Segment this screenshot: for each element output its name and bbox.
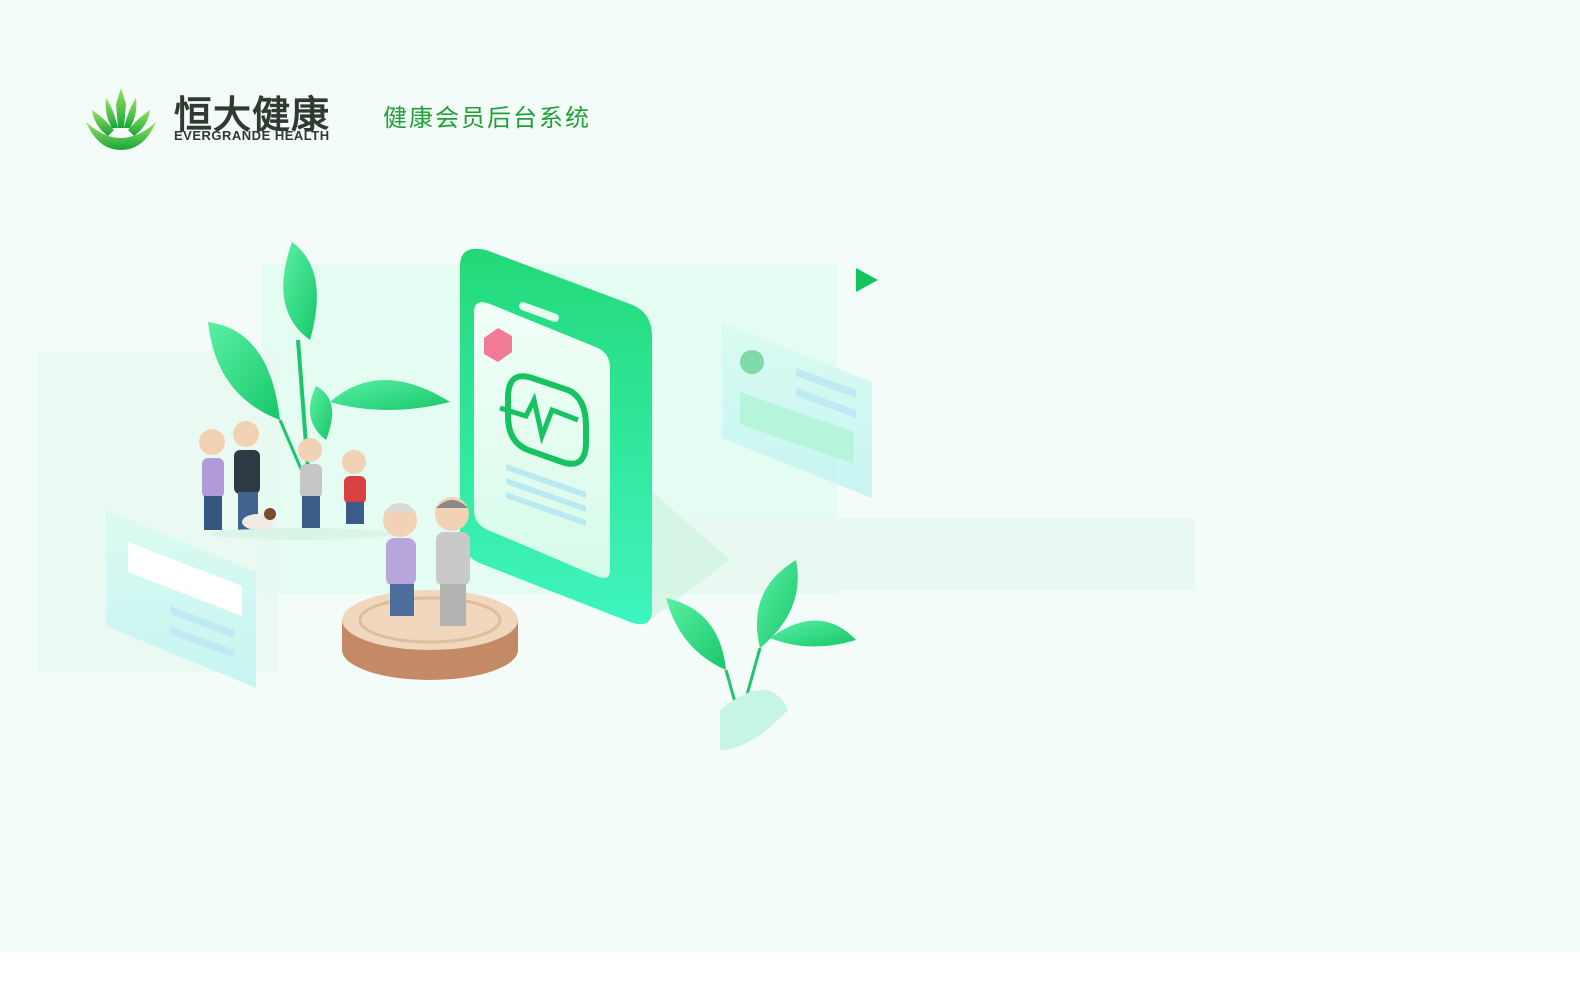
system-title: 健康会员后台系统 [383,104,591,132]
wood-pedestal [342,590,518,680]
login-background: 恒大健康 EVERGRANDE HEALTH 健康会员后台系统 [0,0,1580,952]
play-icon [856,268,878,292]
bg-strip [670,518,1195,590]
logo-icon [86,88,156,150]
badge-icon [740,350,764,374]
hero-illustration [38,242,1195,750]
brand-logo: 恒大健康 EVERGRANDE HEALTH [84,84,344,154]
brand-name-en: EVERGRANDE HEALTH [174,128,330,143]
footer-strip [0,952,1580,1008]
